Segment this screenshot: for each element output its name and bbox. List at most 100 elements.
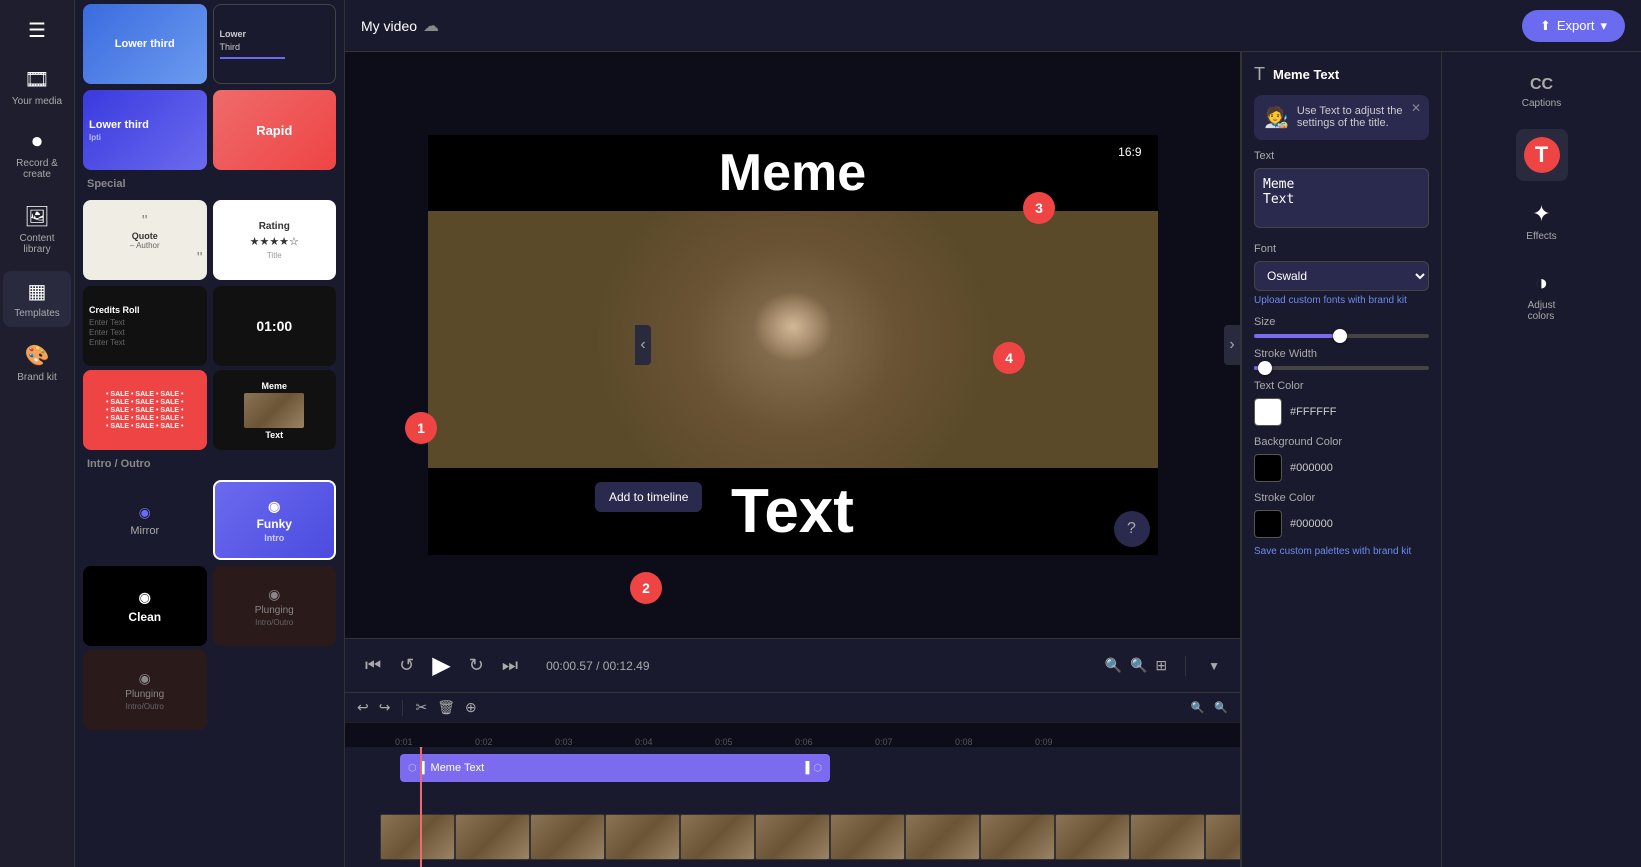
- zoom-controls: 🔍 🔍 ⊞: [1105, 657, 1168, 674]
- film-frame-5: [680, 814, 755, 860]
- help-button[interactable]: ?: [1114, 511, 1150, 547]
- right-panel-captions[interactable]: CC Captions: [1514, 68, 1569, 117]
- meme-bottom: Text: [265, 430, 283, 440]
- tutorial-step-2: 2: [630, 572, 662, 604]
- add-to-timeline-popup[interactable]: Add to timeline: [595, 482, 702, 512]
- zoom-out-button[interactable]: 🔍: [1105, 657, 1122, 674]
- zoom-in-button[interactable]: 🔍: [1130, 657, 1147, 674]
- sidebar-item-content-library[interactable]: 🖼 Contentlibrary: [3, 196, 71, 263]
- stroke-color-swatch[interactable]: [1254, 510, 1282, 538]
- credits-line3: Enter Text: [89, 338, 125, 347]
- size-slider-fill: [1254, 334, 1333, 338]
- stroke-color-row: #000000: [1254, 510, 1429, 538]
- clean-label: Clean: [128, 610, 161, 624]
- undo-button[interactable]: ↩: [357, 699, 369, 716]
- template-card-lower-third-minimal[interactable]: Lower Third: [213, 4, 337, 84]
- tick-0:06: 0:06: [795, 737, 813, 747]
- sidebar-item-menu[interactable]: ☰: [3, 10, 71, 51]
- template-card-plunging-2[interactable]: ◉ Plunging Intro/Outro: [83, 650, 207, 730]
- quote-author: – Author: [130, 241, 160, 250]
- stroke-slider-thumb[interactable]: [1258, 361, 1272, 375]
- sidebar-item-brand-kit[interactable]: 🎨 Brand kit: [3, 335, 71, 391]
- size-slider-track[interactable]: [1254, 334, 1429, 338]
- export-label: Export: [1557, 18, 1595, 33]
- text-section-title: Text: [1254, 150, 1429, 162]
- text-color-swatch[interactable]: [1254, 398, 1282, 426]
- skip-back-button[interactable]: ⏮: [361, 651, 385, 680]
- tooltip-close-button[interactable]: ✕: [1411, 101, 1421, 115]
- skip-forward-button[interactable]: ⏭: [498, 651, 522, 680]
- template-card-rating[interactable]: Rating ★★★★☆ Title: [213, 200, 337, 280]
- template-card-quote[interactable]: " Quote – Author ": [83, 200, 207, 280]
- sidebar-item-label-brand-kit: Brand kit: [17, 372, 56, 383]
- size-slider-thumb[interactable]: [1333, 329, 1347, 343]
- template-card-timer[interactable]: 01:00: [213, 286, 337, 366]
- cut-button[interactable]: ✂: [415, 699, 427, 716]
- export-button[interactable]: ⬆ Export ▾: [1522, 10, 1625, 42]
- collapse-left-arrow[interactable]: ‹: [635, 325, 651, 365]
- redo-button[interactable]: ↪: [379, 699, 391, 716]
- timeline-tracks: ▐ Meme Text ▌: [345, 747, 1240, 867]
- template-card-plunging[interactable]: ◉ Plunging Intro/Outro: [213, 566, 337, 646]
- fit-view-button[interactable]: ⊞: [1155, 657, 1167, 674]
- template-card-lower-third-blue[interactable]: Lower third: [83, 4, 207, 84]
- tutorial-step-4: 4: [993, 342, 1025, 374]
- meme-cat-image: [244, 393, 304, 428]
- lt-minimal-bar: [220, 57, 286, 59]
- film-frame-3: [530, 814, 605, 860]
- stroke-slider-fill: [1254, 366, 1258, 370]
- stroke-width-section-title: Stroke Width: [1254, 348, 1429, 360]
- menu-icon: ☰: [28, 18, 46, 43]
- right-panel-adjust-colors[interactable]: ◑ Adjustcolors: [1520, 262, 1564, 330]
- template-card-sale[interactable]: • SALE • SALE • SALE • • SALE • SALE • S…: [83, 370, 207, 450]
- expand-timeline-button[interactable]: ▼: [1204, 655, 1224, 677]
- playback-controls: ⏮ ↺ ▶ ↻ ⏭: [361, 647, 522, 684]
- content-library-icon: 🖼: [24, 204, 49, 229]
- film-frame-12: [1205, 814, 1240, 860]
- tooltip-emoji: 🧑‍🎨: [1264, 105, 1289, 130]
- template-card-clean[interactable]: ◉ Clean: [83, 566, 207, 646]
- tick-0:03: 0:03: [555, 737, 573, 747]
- bg-color-swatch[interactable]: [1254, 454, 1282, 482]
- controls-bar: ⏮ ↺ ▶ ↻ ⏭ 00:00.57 / 00:12.49 🔍 🔍 ⊞: [345, 638, 1240, 692]
- total-time: 00:12.49: [603, 659, 650, 673]
- stroke-slider-track[interactable]: [1254, 366, 1429, 370]
- play-button[interactable]: ▶: [428, 647, 454, 684]
- template-card-funky[interactable]: ◉ Funky Intro: [213, 480, 337, 560]
- add-to-timeline-label: Add to timeline: [609, 490, 688, 504]
- font-select[interactable]: Oswald: [1254, 261, 1429, 291]
- fast-forward-button[interactable]: ↻: [465, 651, 488, 680]
- text-color-section-title: Text Color: [1254, 380, 1429, 392]
- tick-0:02: 0:02: [475, 737, 493, 747]
- collapse-right-arrow[interactable]: ›: [1224, 325, 1240, 365]
- template-card-rapid[interactable]: Rapid: [213, 90, 337, 170]
- meme-top: Meme: [261, 381, 287, 391]
- tick-0:05: 0:05: [715, 737, 733, 747]
- credits-line1: Enter Text: [89, 318, 125, 327]
- sidebar-item-templates[interactable]: ▦ Templates: [3, 271, 71, 327]
- meme-text-clip[interactable]: ▐ Meme Text ▌: [400, 754, 830, 782]
- tick-0:09: 0:09: [1035, 737, 1053, 747]
- right-panel-effects[interactable]: ✦ Effects: [1518, 193, 1564, 250]
- sidebar-item-record[interactable]: ⏺ Record &create: [3, 123, 71, 188]
- right-panel-text[interactable]: T: [1516, 129, 1568, 181]
- playhead[interactable]: [420, 747, 422, 867]
- film-frame-11: [1130, 814, 1205, 860]
- cat-image: [428, 211, 1158, 468]
- add-clip-button[interactable]: ⊕: [465, 699, 477, 716]
- sidebar-item-label-content-library: Contentlibrary: [19, 233, 54, 255]
- text-input[interactable]: Meme Text: [1254, 168, 1429, 228]
- tick-0:01: 0:01: [395, 737, 413, 747]
- right-sidebar: CC Captions T ✦ Effects ◑ Adjustcolors: [1441, 52, 1641, 867]
- template-card-mirror[interactable]: ◉ Mirror: [83, 480, 207, 560]
- template-card-lower-third-text[interactable]: Lower third Ipti: [83, 90, 207, 170]
- upload-fonts-link[interactable]: Upload custom fonts with brand kit: [1254, 295, 1429, 306]
- template-card-credits-roll[interactable]: Credits Roll Enter Text Enter Text Enter…: [83, 286, 207, 366]
- save-palettes-link[interactable]: Save custom palettes with brand kit: [1254, 546, 1429, 557]
- sidebar-item-your-media[interactable]: 🎞 Your media: [3, 59, 71, 115]
- lt-card1-sublabel: Ipti: [89, 133, 101, 142]
- delete-button[interactable]: 🗑: [437, 699, 455, 716]
- template-card-meme[interactable]: Meme Text: [213, 370, 337, 450]
- rewind-button[interactable]: ↺: [395, 651, 418, 680]
- lt-minimal-label: Lower: [220, 29, 247, 39]
